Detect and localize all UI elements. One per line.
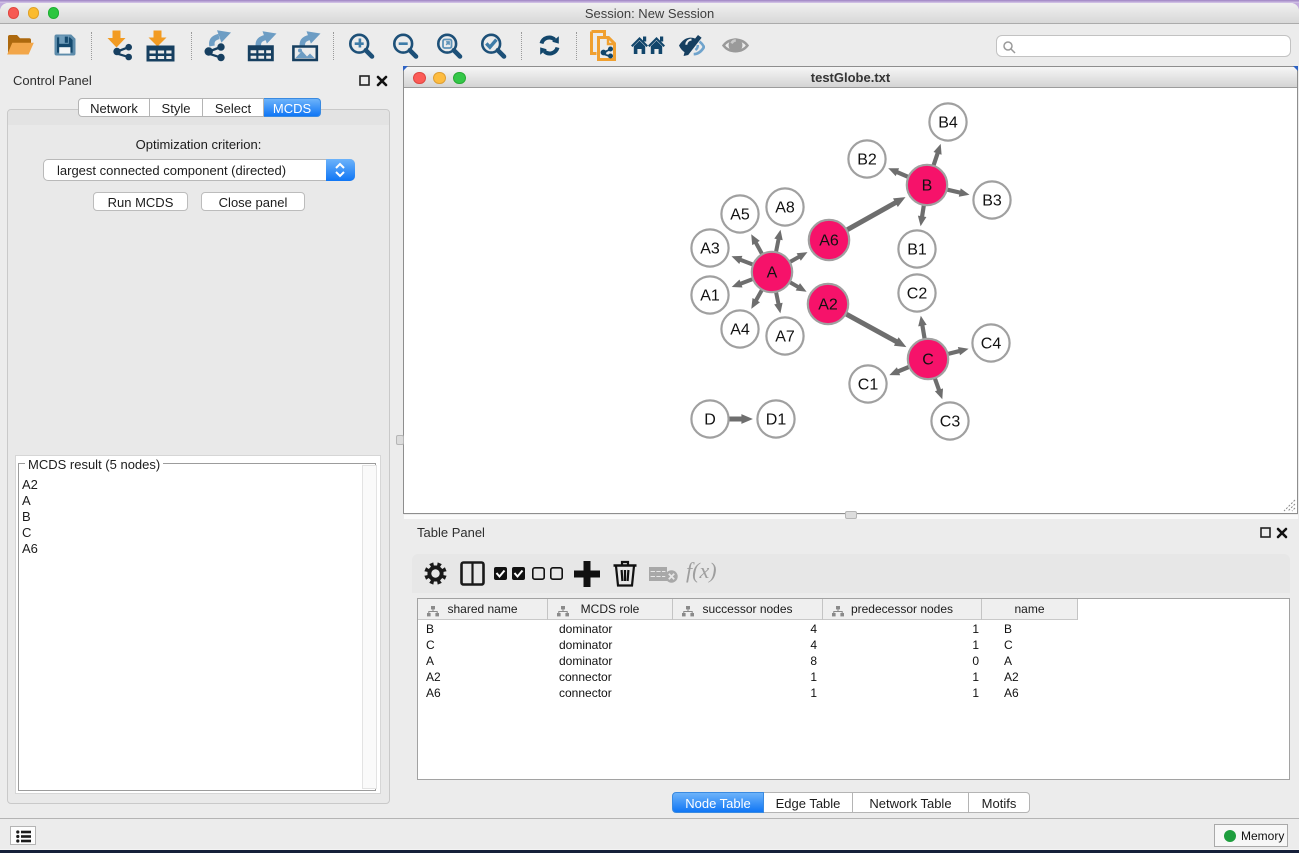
svg-text:C3: C3 <box>940 413 961 430</box>
svg-text:B1: B1 <box>907 241 927 258</box>
svg-text:A3: A3 <box>700 240 720 257</box>
svg-text:A: A <box>767 264 778 281</box>
svg-text:C: C <box>922 351 934 368</box>
svg-text:D1: D1 <box>766 411 787 428</box>
svg-text:A2: A2 <box>818 296 838 313</box>
svg-text:A8: A8 <box>775 199 795 216</box>
svg-text:A7: A7 <box>775 328 795 345</box>
svg-text:A6: A6 <box>819 232 839 249</box>
svg-text:C1: C1 <box>858 376 879 393</box>
svg-text:C4: C4 <box>981 335 1002 352</box>
svg-text:A4: A4 <box>730 321 750 338</box>
svg-text:B2: B2 <box>857 151 877 168</box>
svg-text:B3: B3 <box>982 192 1002 209</box>
svg-text:B: B <box>922 177 933 194</box>
svg-text:A1: A1 <box>700 287 720 304</box>
svg-text:D: D <box>704 411 716 428</box>
svg-text:C2: C2 <box>907 285 928 302</box>
svg-text:B4: B4 <box>938 114 958 131</box>
svg-text:A5: A5 <box>730 206 750 223</box>
